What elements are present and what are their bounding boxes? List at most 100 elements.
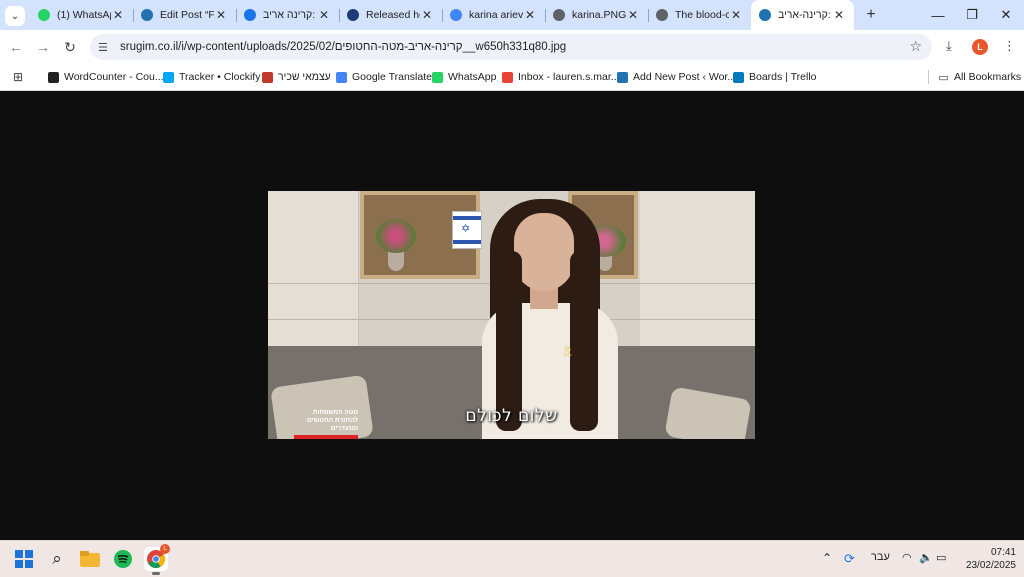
tab-list: (1) WhatsApp✕Edit Post “Fri✕קרינה אריב:✕…	[30, 0, 854, 30]
clock-time: 07:41	[990, 547, 1016, 558]
browser-tab[interactable]: Edit Post “Fri✕	[133, 0, 236, 30]
file-explorer-button[interactable]	[78, 547, 102, 571]
browser-tab[interactable]: Released ho ✕	[339, 0, 442, 30]
tab-close-icon[interactable]: ✕	[420, 8, 434, 22]
all-bookmarks-label: All Bookmarks	[954, 71, 1022, 83]
tab-close-icon[interactable]: ✕	[626, 8, 640, 22]
close-icon: ✕	[1000, 7, 1012, 22]
profile-avatar[interactable]: L	[972, 39, 988, 55]
url-domain: srugim.co.il	[120, 41, 179, 53]
sync-icon[interactable]: ⟳	[844, 551, 855, 567]
clock[interactable]: 07:41 23/02/2025	[962, 546, 1016, 572]
url-text[interactable]: srugim.co.il/i/wp-content/uploads/2025/0…	[120, 41, 566, 53]
wordpress-icon	[617, 71, 628, 83]
minimize-icon: —	[931, 7, 945, 23]
israel-flag: ✡	[452, 211, 482, 249]
folder-icon	[80, 551, 100, 567]
displayed-image[interactable]: ✡ 🎗 מטה המשפחות להחזרת החטופים והנעדרים …	[268, 191, 755, 439]
bookmark-label: WhatsApp	[448, 71, 497, 83]
tab-search-button[interactable]: ⌄	[5, 6, 25, 26]
bookmark-star-icon[interactable]: ☆	[909, 38, 922, 55]
tab-title: The blood-c	[675, 9, 729, 21]
tab-close-icon[interactable]: ✕	[214, 8, 228, 22]
browser-tab[interactable]: (1) WhatsApp✕	[30, 0, 133, 30]
restore-icon: ❐	[966, 7, 978, 22]
bookmark-label: Inbox - lauren.s.mar...	[518, 71, 620, 83]
wifi-icon[interactable]: ◠	[902, 551, 912, 564]
image-viewer: ✡ 🎗 מטה המשפחות להחזרת החטופים והנעדרים …	[0, 91, 1024, 540]
browser-tab[interactable]: karina.PNG (✕	[545, 0, 648, 30]
address-bar[interactable]: ☰ srugim.co.il/i/wp-content/uploads/2025…	[90, 34, 932, 60]
bookmark-label: WordCounter - Cou...	[64, 71, 164, 83]
reload-button[interactable]: ↻	[60, 37, 80, 57]
trello-icon	[733, 71, 744, 83]
bookmark-label: Add New Post ‹ Wor...	[633, 71, 737, 83]
bookmark-item[interactable]: Add New Post ‹ Wor...	[617, 69, 736, 85]
browser-tab[interactable]: קרינה-אריב: ✕	[751, 0, 854, 30]
tab-close-icon[interactable]: ✕	[832, 8, 846, 22]
clockify-icon	[163, 71, 174, 83]
start-button[interactable]	[12, 547, 36, 571]
volume-icon[interactable]: 🔈	[919, 551, 933, 564]
tab-title: (1) WhatsApp	[57, 9, 111, 21]
spotify-icon	[114, 550, 132, 568]
battery-icon[interactable]: ▭	[936, 551, 946, 564]
bookmark-label: עצמאי שכיר	[278, 71, 331, 83]
bookmark-label: Boards | Trello	[749, 71, 817, 83]
bookmark-item[interactable]: עצמאי שכיר	[262, 69, 331, 85]
windows-logo-icon	[15, 550, 33, 568]
minimize-button[interactable]: —	[920, 0, 956, 30]
windows-taskbar: ⌕ L ⌃ ⟳ עבר ◠ 🔈 ▭ 07:41 23/02/2025	[0, 540, 1024, 577]
bookmark-item[interactable]: WhatsApp	[432, 69, 496, 85]
chrome-profile-badge: L	[160, 544, 170, 554]
site-info-icon[interactable]: ☰	[98, 41, 112, 54]
browser-tab[interactable]: The blood-c ✕	[648, 0, 751, 30]
tab-close-icon[interactable]: ✕	[523, 8, 537, 22]
yellow-ribbon-icon: 🎗	[561, 347, 574, 358]
chevron-up-icon[interactable]: ⌃	[822, 551, 832, 565]
language-indicator[interactable]: עבר	[871, 551, 890, 563]
chrome-button[interactable]: L	[144, 544, 170, 575]
person-hair-right	[570, 251, 598, 431]
search-button[interactable]: ⌕	[45, 547, 69, 571]
tab-title: karina.PNG (	[572, 9, 626, 21]
plus-icon: +	[866, 6, 876, 23]
spotify-button[interactable]	[111, 547, 135, 571]
menu-dots-icon[interactable]: ⋮	[1003, 38, 1016, 54]
browser-toolbar: ← → ↻ ☰ srugim.co.il/i/wp-content/upload…	[0, 30, 1024, 64]
browser-tab[interactable]: קרינה אריב: ✕	[236, 0, 339, 30]
tab-strip: ⌄ (1) WhatsApp✕Edit Post “Fri✕קרינה אריב…	[0, 0, 1024, 30]
apps-grid-icon[interactable]: ⊞	[13, 70, 23, 84]
bookmarks-separator	[928, 70, 929, 84]
cabinet-left	[268, 191, 359, 351]
download-icon[interactable]: ⤓	[946, 38, 952, 54]
bookmark-item[interactable]: Tracker • Clockify	[163, 69, 260, 85]
tab-close-icon[interactable]: ✕	[317, 8, 331, 22]
site-icon	[244, 9, 256, 21]
tab-title: קרינה-אריב:	[778, 9, 831, 21]
bookmark-label: Tracker • Clockify	[179, 71, 261, 83]
all-bookmarks-button[interactable]: ▭ All Bookmarks	[938, 69, 1021, 85]
url-path: /i/wp-content/uploads/2025/02/קרינה-אריב…	[178, 41, 567, 53]
news-icon	[347, 9, 359, 21]
flower-bouquet	[376, 219, 416, 253]
bookmark-item[interactable]: Inbox - lauren.s.mar...	[502, 69, 620, 85]
new-tab-button[interactable]: +	[862, 6, 880, 24]
gmail-icon	[502, 71, 513, 83]
forward-button[interactable]: →	[33, 37, 53, 57]
tab-close-icon[interactable]: ✕	[111, 8, 125, 22]
restore-button[interactable]: ❐	[954, 0, 990, 30]
wordpress-icon	[141, 9, 153, 21]
reload-icon: ↻	[64, 39, 76, 55]
arrow-left-icon: ←	[9, 39, 23, 55]
close-window-button[interactable]: ✕	[988, 0, 1024, 30]
whatsapp-icon	[432, 71, 443, 83]
chevron-down-icon: ⌄	[10, 10, 20, 22]
tab-close-icon[interactable]: ✕	[729, 8, 743, 22]
bookmark-item[interactable]: Boards | Trello	[733, 69, 817, 85]
back-button[interactable]: ←	[6, 37, 26, 57]
translate-icon	[336, 71, 347, 83]
bookmark-item[interactable]: WordCounter - Cou...	[48, 69, 164, 85]
bookmark-item[interactable]: Google Translate	[336, 69, 432, 85]
browser-tab[interactable]: karina ariev ✕	[442, 0, 545, 30]
